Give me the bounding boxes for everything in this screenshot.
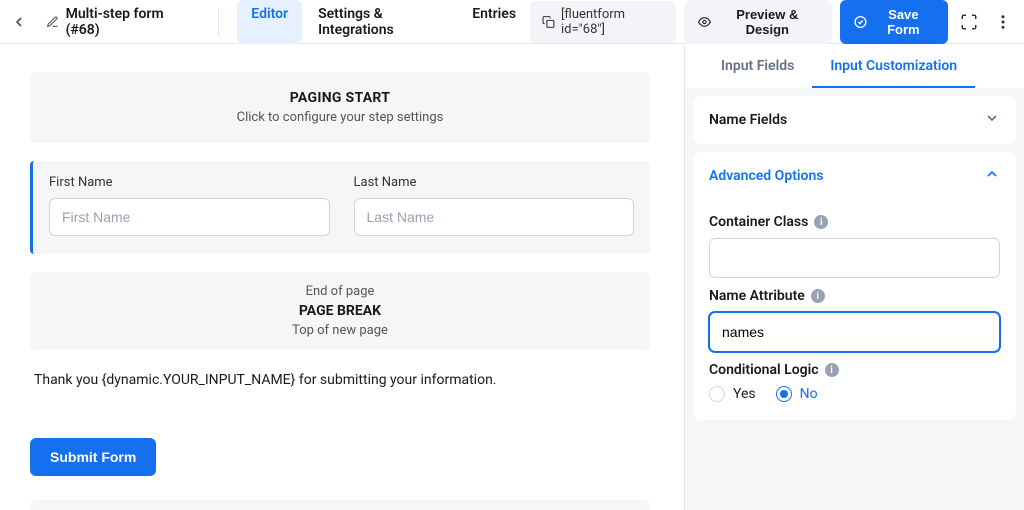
main-area: PAGING START Click to configure your ste…: [0, 44, 1024, 510]
paging-start-title: PAGING START: [46, 90, 634, 106]
radio-no-label: No: [800, 386, 818, 402]
info-icon[interactable]: i: [811, 289, 825, 303]
accordion-name-fields: Name Fields: [693, 96, 1016, 144]
sidebar: Input Fields Input Customization Name Fi…: [684, 44, 1024, 510]
sidebar-body: Name Fields Advanced Options: [685, 88, 1024, 510]
conditional-logic-label: Conditional Logic i: [709, 362, 1000, 378]
page-break-top-line: Top of new page: [46, 323, 634, 338]
top-tabs: Editor Settings & Integrations Entries: [237, 0, 530, 44]
tab-input-customization[interactable]: Input Customization: [812, 44, 975, 88]
more-vertical-icon: [994, 13, 1012, 31]
page-break-end-line: End of page: [46, 284, 634, 299]
tab-settings[interactable]: Settings & Integrations: [304, 0, 456, 44]
save-label: Save Form: [873, 7, 934, 37]
last-name-input[interactable]: [354, 198, 635, 236]
last-name-column: Last Name: [354, 175, 635, 236]
container-class-label: Container Class i: [709, 214, 1000, 230]
copy-icon: [542, 15, 555, 29]
thankyou-text-block[interactable]: Thank you {dynamic.YOUR_INPUT_NAME} for …: [30, 372, 650, 388]
topbar: Multi-step form (#68) Editor Settings & …: [0, 0, 1024, 44]
accordion-advanced-header[interactable]: Advanced Options: [693, 152, 1016, 200]
accordion-name-fields-title: Name Fields: [709, 112, 787, 128]
radio-dot: [709, 386, 725, 402]
maximize-icon: [960, 13, 978, 31]
eye-icon: [698, 15, 711, 29]
chevron-left-icon: [11, 14, 27, 30]
topbar-left: Multi-step form (#68) Editor Settings & …: [8, 0, 530, 44]
accordion-advanced-title: Advanced Options: [709, 168, 823, 184]
paging-start-block[interactable]: PAGING START Click to configure your ste…: [30, 72, 650, 143]
chevron-down-icon: [984, 110, 1000, 130]
info-icon[interactable]: i: [814, 215, 828, 229]
form-title[interactable]: Multi-step form (#68): [38, 6, 200, 38]
accordion-advanced-options: Advanced Options Container Class i Name …: [693, 152, 1016, 420]
fields-row: First Name Last Name: [49, 175, 634, 236]
paging-start-subtitle: Click to configure your step settings: [46, 110, 634, 125]
conditional-logic-options: Yes No: [709, 386, 1000, 402]
sidebar-tabs: Input Fields Input Customization: [685, 44, 1024, 88]
shortcode-text: [fluentform id="68"]: [561, 7, 664, 37]
tab-entries[interactable]: Entries: [458, 0, 530, 44]
accordion-name-fields-header[interactable]: Name Fields: [693, 96, 1016, 144]
first-name-input[interactable]: [49, 198, 330, 236]
preview-button[interactable]: Preview & Design: [684, 0, 832, 44]
page-break-block[interactable]: End of page PAGE BREAK Top of new page: [30, 272, 650, 350]
last-name-label: Last Name: [354, 175, 635, 190]
shortcode-button[interactable]: [fluentform id="68"]: [530, 1, 676, 43]
bottom-placeholder-block[interactable]: [30, 500, 650, 510]
name-attribute-input[interactable]: [709, 312, 1000, 352]
canvas-inner: PAGING START Click to configure your ste…: [30, 72, 650, 510]
pencil-icon: [46, 15, 59, 29]
vertical-divider: [218, 8, 219, 36]
check-circle-icon: [854, 15, 867, 29]
radio-yes[interactable]: Yes: [709, 386, 756, 402]
form-title-text: Multi-step form (#68): [66, 6, 193, 38]
more-button[interactable]: [990, 8, 1016, 36]
radio-yes-label: Yes: [733, 386, 756, 402]
back-button[interactable]: [8, 10, 30, 34]
tab-editor[interactable]: Editor: [237, 0, 302, 44]
accordion-advanced-body: Container Class i Name Attribute i Condi…: [693, 200, 1016, 420]
editor-canvas: PAGING START Click to configure your ste…: [0, 44, 684, 510]
topbar-right: [fluentform id="68"] Preview & Design Sa…: [530, 0, 1016, 44]
container-class-input[interactable]: [709, 238, 1000, 278]
info-icon[interactable]: i: [825, 363, 839, 377]
chevron-up-icon: [984, 166, 1000, 186]
page-break-title: PAGE BREAK: [46, 303, 634, 319]
fullscreen-button[interactable]: [956, 8, 982, 36]
name-attribute-label: Name Attribute i: [709, 288, 1000, 304]
first-name-column: First Name: [49, 175, 330, 236]
name-fields-block[interactable]: First Name Last Name: [30, 161, 650, 254]
first-name-label: First Name: [49, 175, 330, 190]
save-button[interactable]: Save Form: [840, 0, 948, 44]
preview-label: Preview & Design: [717, 7, 818, 37]
radio-dot: [776, 386, 792, 402]
tab-input-fields[interactable]: Input Fields: [703, 44, 812, 88]
submit-button[interactable]: Submit Form: [30, 438, 156, 476]
radio-no[interactable]: No: [776, 386, 818, 402]
